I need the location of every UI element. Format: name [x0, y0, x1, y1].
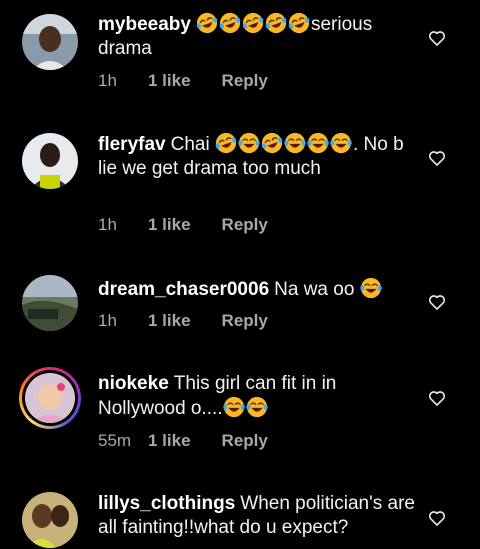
- comment-meta: 55m 1 like Reply: [98, 431, 268, 451]
- laughing-emoji: [219, 12, 241, 34]
- tears-of-joy-emoji: [284, 132, 306, 154]
- username-link[interactable]: niokeke: [98, 373, 169, 394]
- username-link[interactable]: lillys_clothings: [98, 493, 235, 514]
- comment-meta: 1h 1 like Reply: [98, 215, 268, 235]
- likes-count[interactable]: 1 like: [148, 431, 191, 451]
- timestamp: 1h: [98, 71, 117, 90]
- heart-outline-icon[interactable]: [427, 148, 447, 168]
- comment-text: lillys_clothings When politician's are al…: [98, 492, 418, 540]
- laughing-emoji: [261, 132, 283, 154]
- comment-body: Chai: [170, 134, 210, 155]
- tears-of-joy-emoji: [330, 132, 352, 154]
- comment-body: Na wa oo: [274, 279, 355, 300]
- tears-of-joy-emoji: [307, 132, 329, 154]
- heart-outline-icon[interactable]: [427, 388, 447, 408]
- username-link[interactable]: mybeeaby: [98, 14, 191, 35]
- avatar[interactable]: [22, 492, 78, 548]
- emoji-group: [359, 277, 383, 300]
- emoji-group: [215, 132, 353, 155]
- username-link[interactable]: dream_chaser0006: [98, 279, 269, 300]
- laughing-emoji: [196, 12, 218, 34]
- laughing-emoji: [215, 132, 237, 154]
- timestamp: 1h: [98, 311, 117, 330]
- comment-meta: 1h 1 like Reply: [98, 311, 268, 331]
- tears-of-joy-emoji: [222, 396, 245, 418]
- avatar-story-ring[interactable]: [19, 367, 81, 429]
- reply-button[interactable]: Reply: [222, 311, 268, 331]
- tears-of-joy-emoji: [245, 396, 268, 418]
- likes-count[interactable]: 1 like: [148, 215, 191, 235]
- tears-of-joy-emoji: [238, 132, 260, 154]
- laughing-emoji: [288, 12, 310, 34]
- emoji-group: [222, 396, 269, 419]
- laughing-emoji: [242, 12, 264, 34]
- avatar[interactable]: [22, 14, 78, 70]
- timestamp: 55m: [98, 431, 132, 450]
- username-link[interactable]: fleryfav: [98, 134, 166, 155]
- laughing-emoji: [265, 12, 287, 34]
- heart-outline-icon[interactable]: [427, 292, 447, 312]
- emoji-group: [196, 12, 311, 35]
- comment-text: fleryfav Chai . No b lie we get drama too…: [98, 132, 408, 181]
- reply-button[interactable]: Reply: [222, 71, 268, 91]
- comment-text: niokeke This girl can fit in in Nollywood…: [98, 372, 408, 421]
- tears-of-joy-emoji: [359, 277, 382, 299]
- reply-button[interactable]: Reply: [222, 215, 268, 235]
- avatar[interactable]: [22, 133, 78, 189]
- heart-outline-icon[interactable]: [427, 28, 447, 48]
- comment-text: mybeeaby serious drama: [98, 12, 408, 61]
- reply-button[interactable]: Reply: [222, 431, 268, 451]
- likes-count[interactable]: 1 like: [148, 71, 191, 91]
- timestamp: 1h: [98, 215, 117, 234]
- heart-outline-icon[interactable]: [427, 508, 447, 528]
- comment-meta: 1h 1 like Reply: [98, 71, 268, 91]
- avatar[interactable]: [22, 275, 78, 331]
- comment-text: dream_chaser0006 Na wa oo: [98, 277, 408, 302]
- likes-count[interactable]: 1 like: [148, 311, 191, 331]
